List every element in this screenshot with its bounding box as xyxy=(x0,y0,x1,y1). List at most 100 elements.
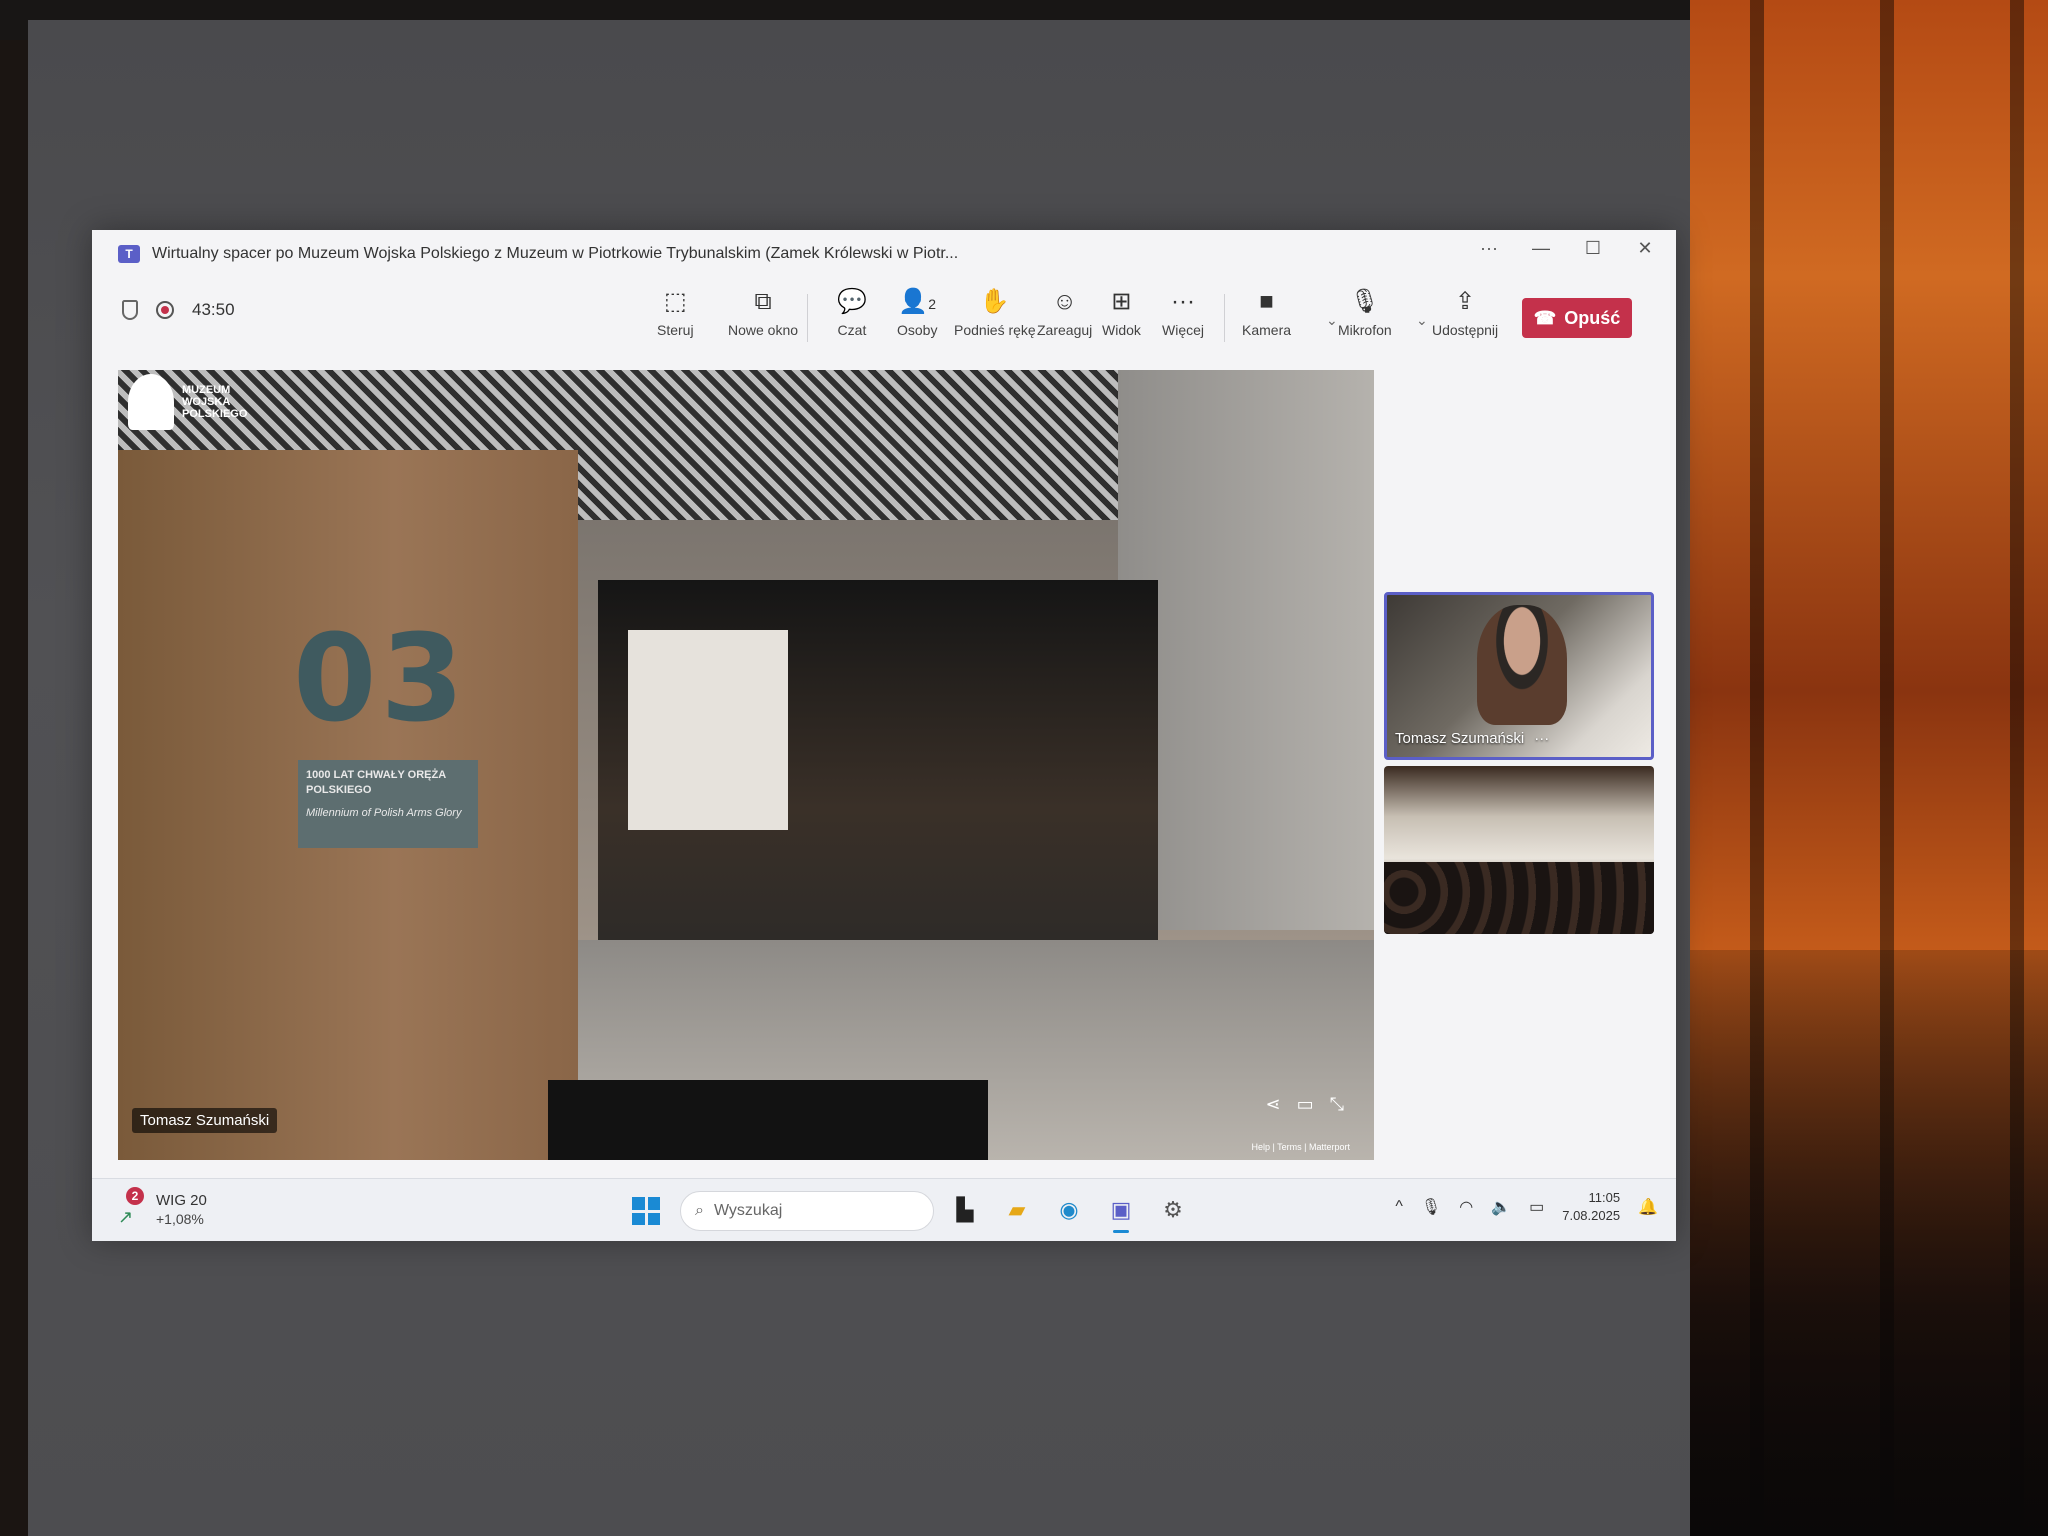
new-window-button[interactable]: ⧉ Nowe okno xyxy=(728,288,798,338)
trend-up-icon: ↗ xyxy=(118,1207,134,1227)
chat-icon: 💬 xyxy=(837,288,867,315)
file-explorer-icon[interactable]: ▰ xyxy=(1000,1193,1034,1227)
new-window-label: Nowe okno xyxy=(728,322,799,338)
notification-bell-icon[interactable]: 🔔 xyxy=(1638,1197,1658,1217)
museum-logo: MUZEUM WOJSKA POLSKIEGO xyxy=(128,374,247,430)
participant-more-icon[interactable]: ··· xyxy=(1534,730,1549,747)
windows-start-icon[interactable] xyxy=(632,1197,660,1225)
view-label: Widok xyxy=(1102,322,1141,338)
raise-hand-icon: ✋ xyxy=(979,288,1010,315)
stock-name: WIG 20 xyxy=(156,1192,207,1209)
chat-label: Czat xyxy=(837,322,867,338)
more-button[interactable]: ··· Więcej xyxy=(1162,288,1204,338)
search-icon: ⌕ xyxy=(695,1202,704,1219)
task-view-icon[interactable]: ▙ xyxy=(948,1193,982,1227)
exhibit-plaque: 1000 LAT CHWAŁY ORĘŻA POLSKIEGO Millenni… xyxy=(298,760,478,848)
camera-button[interactable]: ■ Kamera xyxy=(1242,288,1291,338)
settings-gear-icon[interactable]: ⚙ xyxy=(1156,1193,1190,1227)
control-label: Steruj xyxy=(657,322,694,338)
search-placeholder: Wyszukaj xyxy=(713,1202,783,1219)
curtain-shadow xyxy=(1690,950,2048,1536)
camera-options-chevron-icon[interactable]: ⌄ xyxy=(1326,312,1338,329)
fullscreen-exit-icon[interactable]: ⤡ xyxy=(1330,1094,1344,1115)
stock-text: WIG 20 +1,08% xyxy=(156,1191,207,1229)
participant-video-tile[interactable]: Tomasz Szumański ··· xyxy=(1384,592,1654,760)
more-label: Więcej xyxy=(1162,322,1205,338)
microphone-options-chevron-icon[interactable]: ⌄ xyxy=(1416,312,1428,329)
react-icon: ☺ xyxy=(1052,288,1077,315)
knight-helmet-logo-icon xyxy=(128,374,174,430)
share-button[interactable]: ⇪ Udostępnij xyxy=(1432,288,1498,338)
camera-icon: ■ xyxy=(1259,288,1274,315)
edge-browser-icon[interactable]: ◉ xyxy=(1052,1193,1086,1227)
audience-video xyxy=(1384,862,1654,934)
raise-hand-button[interactable]: ✋ Podnieś rękę xyxy=(954,288,1036,338)
teams-app-icon: T xyxy=(118,245,140,263)
share-icon[interactable]: ⋖ xyxy=(1265,1094,1280,1115)
logo-line: POLSKIEGO xyxy=(182,408,248,420)
logo-line: MUZEUM xyxy=(182,384,231,396)
participant-video xyxy=(1477,605,1567,725)
meeting-toolbar: 43:50 ⬚ Steruj ⧉ Nowe okno 💬 Czat 👤2 Oso… xyxy=(92,278,1676,358)
window-controls: ··· — ☐ ✕ xyxy=(1478,238,1656,259)
overlay-bar xyxy=(548,1080,988,1160)
view-button[interactable]: ⊞ Widok xyxy=(1102,288,1141,338)
battery-icon[interactable]: ▭ xyxy=(1529,1197,1544,1217)
system-tray: ^ 🎙 ◠ 🔈 ▭ 11:05 7.08.2025 🔔 xyxy=(1395,1189,1658,1225)
taskbar: 2 ↗ WIG 20 +1,08% ⌕ Wyszukaj ▙ ▰ ◉ ▣ ⚙ ^… xyxy=(92,1178,1676,1241)
taskbar-search[interactable]: ⌕ Wyszukaj xyxy=(680,1191,934,1231)
maximize-icon[interactable]: ☐ xyxy=(1582,238,1604,259)
window-title: Wirtualny spacer po Muzeum Wojska Polski… xyxy=(152,245,959,262)
react-label: Zareaguj xyxy=(1037,322,1093,338)
people-icon: 👤2 xyxy=(898,288,937,315)
vr-headset-icon[interactable]: ▭ xyxy=(1297,1094,1314,1115)
section-number: 03 xyxy=(293,610,468,749)
tour-footer-links[interactable]: Help | Terms | Matterport xyxy=(1251,1142,1350,1152)
speaker-icon[interactable]: 🔈 xyxy=(1491,1197,1511,1217)
stock-chart-icon: 2 ↗ xyxy=(118,1187,148,1227)
control-button[interactable]: ⬚ Steruj xyxy=(657,288,694,338)
leave-label: Opuść xyxy=(1564,307,1621,328)
presenter-name-tag: Tomasz Szumański xyxy=(132,1108,278,1133)
microphone-icon: 🎙 xyxy=(1349,288,1381,315)
view-icon: ⊞ xyxy=(1111,288,1132,315)
clock-date: 7.08.2025 xyxy=(1562,1208,1621,1223)
close-icon[interactable]: ✕ xyxy=(1634,238,1656,259)
meeting-status: 43:50 xyxy=(122,300,235,320)
stock-change: +1,08% xyxy=(156,1211,204,1227)
camera-label: Kamera xyxy=(1242,322,1292,338)
horse-exhibit xyxy=(628,630,788,830)
logo-line: WOJSKA xyxy=(182,396,231,408)
toolbar-divider xyxy=(1224,294,1225,342)
tour-controls: ⋖ ▭ ⤡ xyxy=(1265,1094,1344,1115)
participant-name: Tomasz Szumański xyxy=(1395,730,1525,747)
people-count: 2 xyxy=(928,296,937,312)
recording-icon xyxy=(156,301,174,319)
room-video-tile[interactable] xyxy=(1384,766,1654,934)
share-icon: ⇪ xyxy=(1455,288,1476,315)
people-button[interactable]: 👤2 Osoby xyxy=(897,288,937,338)
leave-button[interactable]: ☎ Opuść xyxy=(1522,298,1632,338)
teams-icon[interactable]: ▣ xyxy=(1104,1193,1138,1233)
share-screen-control-icon: ⬚ xyxy=(663,288,687,315)
chat-button[interactable]: 💬 Czat xyxy=(837,288,867,338)
minimize-icon[interactable]: — xyxy=(1530,238,1552,259)
wifi-icon[interactable]: ◠ xyxy=(1459,1197,1473,1217)
shared-screen-view[interactable]: MUZEUM WOJSKA POLSKIEGO 03 1000 LAT CHWA… xyxy=(118,370,1374,1160)
microphone-button[interactable]: 🎙 Mikrofon xyxy=(1338,288,1392,338)
projected-desktop: T Wirtualny spacer po Muzeum Wojska Pols… xyxy=(92,230,1676,1241)
window-more-icon[interactable]: ··· xyxy=(1478,238,1500,259)
stock-widget[interactable]: 2 ↗ WIG 20 +1,08% xyxy=(118,1187,207,1229)
plaque-title: 1000 LAT CHWAŁY ORĘŻA POLSKIEGO xyxy=(306,769,446,796)
react-button[interactable]: ☺ Zareaguj xyxy=(1037,288,1092,338)
plaque-subtitle: Millennium of Polish Arms Glory xyxy=(306,807,462,819)
clock-time: 11:05 xyxy=(1588,1190,1621,1205)
show-hidden-icons-chevron-icon[interactable]: ^ xyxy=(1395,1198,1403,1216)
raise-hand-label: Podnieś rękę xyxy=(954,322,1036,338)
clock[interactable]: 11:05 7.08.2025 xyxy=(1562,1189,1620,1225)
phone-hangup-icon: ☎ xyxy=(1533,307,1557,328)
notification-badge: 2 xyxy=(126,1187,144,1205)
microphone-icon[interactable]: 🎙 xyxy=(1421,1197,1441,1217)
shield-icon xyxy=(122,300,138,320)
pop-out-icon: ⧉ xyxy=(754,288,772,315)
